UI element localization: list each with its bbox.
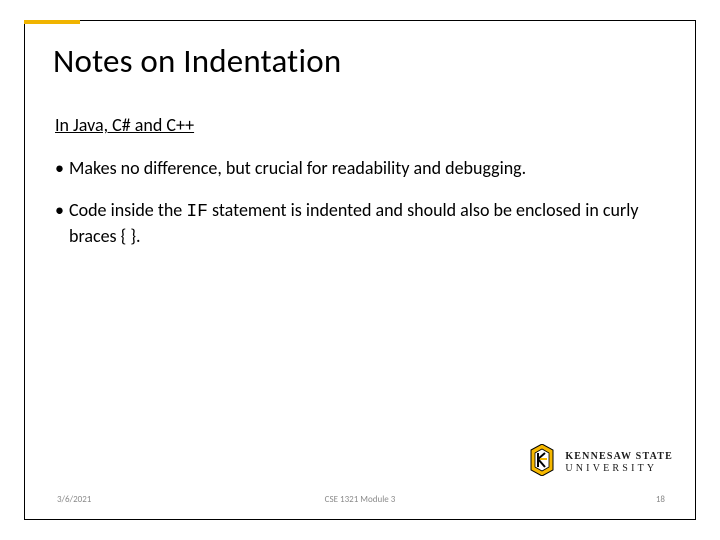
logo-line1: KENNESAW STATE (565, 452, 673, 462)
bullet-item: Code inside the IF statement is indented… (55, 198, 665, 249)
slide-frame: Notes on Indentation In Java, C# and C++… (24, 20, 696, 520)
code-snippet: IF (186, 202, 208, 222)
slide-content: In Java, C# and C++ Makes no difference,… (55, 113, 665, 248)
bullet-text: Makes no difference, but crucial for rea… (69, 157, 526, 179)
bullet-item: Makes no difference, but crucial for rea… (55, 156, 665, 180)
ksu-seal-icon (527, 444, 557, 481)
slide-title: Notes on Indentation (53, 43, 695, 79)
footer: 3/6/2021 CSE 1321 Module 3 18 (25, 494, 695, 510)
slide: Notes on Indentation In Java, C# and C++… (0, 0, 720, 540)
university-logo: KENNESAW STATE UNIVERSITY (527, 444, 673, 481)
footer-page-number: 18 (656, 494, 665, 505)
logo-text: KENNESAW STATE UNIVERSITY (565, 452, 673, 474)
footer-course: CSE 1321 Module 3 (325, 494, 396, 505)
accent-bar (24, 20, 80, 24)
logo-line2: UNIVERSITY (565, 464, 673, 474)
footer-date: 3/6/2021 (57, 494, 91, 505)
bullet-text-pre: Code inside the (69, 199, 186, 221)
subheading: In Java, C# and C++ (55, 113, 665, 137)
